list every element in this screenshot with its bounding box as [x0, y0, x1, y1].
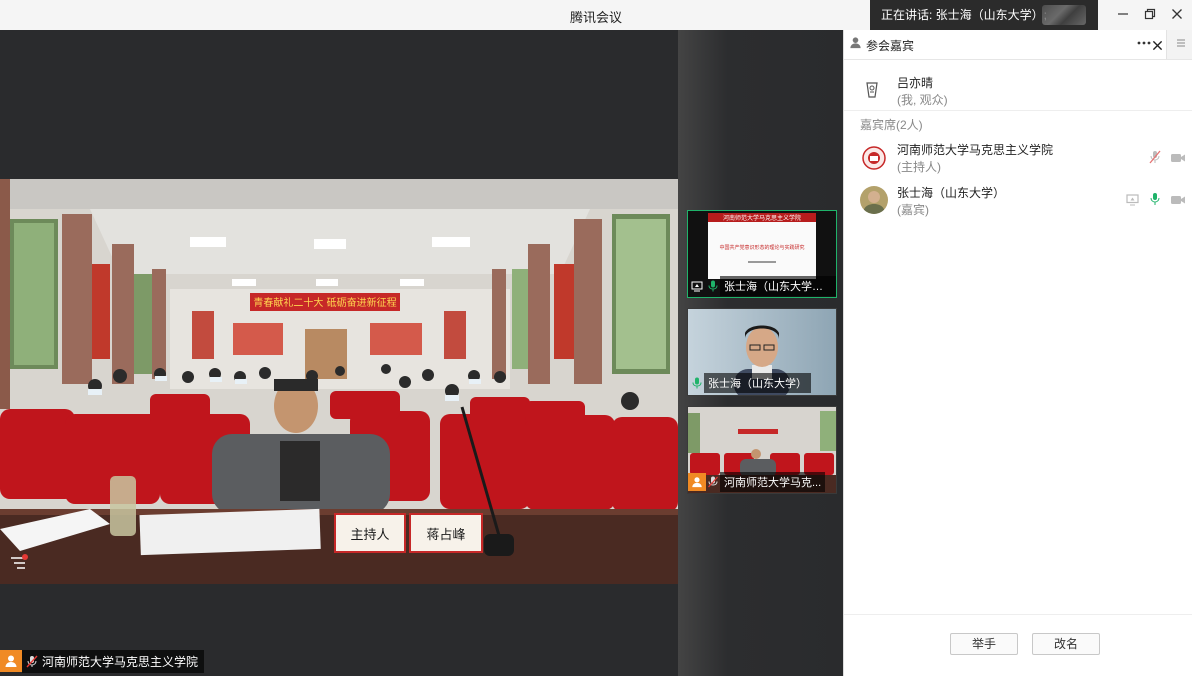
user-avatar-icon: [688, 473, 706, 491]
screen-share-icon: [688, 277, 706, 295]
speaking-text: 正在讲话: 张士海（山东大学）;: [881, 8, 1048, 22]
participant-row[interactable]: 河南师范大学马克思主义学院 (主持人): [844, 138, 1192, 178]
main-video-area: 青春献礼二十大 砥砺奋进新征程 主持人 蒋占峰 河南师范大学马克思主义学院: [0, 30, 678, 676]
camera-off-icon[interactable]: [1170, 193, 1186, 209]
viewer-icon: [864, 81, 880, 102]
minimize-icon[interactable]: [1114, 6, 1132, 24]
close-icon[interactable]: [1152, 38, 1163, 54]
thumbnail-host[interactable]: 河南师范大学马克...: [687, 406, 837, 494]
camera-off-icon[interactable]: [1170, 151, 1186, 167]
person-icon: [849, 36, 862, 52]
guest-section-title: 嘉宾席(2人): [860, 118, 923, 132]
speaker-avatar-blur: [1042, 5, 1086, 25]
participant-role: (嘉宾): [897, 203, 929, 217]
sidebar-toggle-icon[interactable]: [1166, 30, 1192, 59]
thumbnail-label: 张士海（山东大学）: [704, 373, 811, 393]
participant-role: (主持人): [897, 160, 941, 174]
mic-off-icon: [26, 655, 38, 668]
close-icon[interactable]: [1168, 6, 1186, 24]
thumbnail-label: 张士海（山东大学）...: [720, 276, 836, 296]
participant-name: 张士海（山东大学）: [897, 186, 1006, 200]
mic-muted-icon[interactable]: [1149, 150, 1161, 167]
divider: [844, 110, 1192, 111]
screen-share-icon[interactable]: [1126, 193, 1139, 209]
footer-divider: [844, 614, 1192, 615]
participant-name: 河南师范大学马克思主义学院: [897, 143, 1054, 157]
main-video-label: 河南师范大学马克思主义学院: [0, 649, 205, 673]
rename-button[interactable]: 改名: [1032, 633, 1100, 655]
self-name: 吕亦晴: [897, 76, 934, 90]
slide-header: 河南师范大学马克思主义学院: [723, 214, 801, 222]
panel-header: 参会嘉宾: [844, 30, 1192, 60]
main-video[interactable]: 青春献礼二十大 砥砺奋进新征程 主持人 蒋占峰: [0, 179, 678, 584]
slide-title: 中国共产党意识形态的理论与实践研究: [719, 244, 804, 251]
mic-active-icon[interactable]: [1149, 192, 1161, 209]
avatar: [860, 186, 888, 214]
thumbnail-label: 河南师范大学马克...: [720, 472, 826, 492]
mic-off-icon: [708, 476, 718, 488]
menu-icon[interactable]: [4, 551, 32, 579]
thumbnail-screen-share[interactable]: 河南师范大学马克思主义学院 中国共产党意识形态的理论与实践研究 张士海（山东大学…: [687, 210, 837, 298]
restore-icon[interactable]: [1141, 6, 1159, 24]
participant-panel: 参会嘉宾 吕亦晴 (我, 观众) 嘉宾席(2人) 河南师范大学马克思主义学院 (…: [843, 30, 1192, 676]
raise-hand-button[interactable]: 举手: [950, 633, 1018, 655]
more-icon[interactable]: [1137, 33, 1151, 56]
thumbnail-speaker[interactable]: 张士海（山东大学）: [687, 308, 837, 396]
emblem-avatar: [860, 144, 888, 172]
banner-text: 青春献礼二十大 砥砺奋进新征程: [253, 296, 396, 309]
nameplate-host: 主持人: [350, 528, 389, 543]
self-role: (我, 观众): [897, 93, 948, 107]
speaking-indicator: 正在讲话: 张士海（山东大学）;: [870, 0, 1098, 30]
nameplate-name: 蒋占峰: [426, 528, 465, 543]
panel-title: 参会嘉宾: [866, 39, 915, 53]
conference-room-scene: 青春献礼二十大 砥砺奋进新征程 主持人 蒋占峰: [0, 179, 678, 584]
mic-active-icon: [708, 280, 718, 292]
main-video-name: 河南师范大学马克思主义学院: [42, 654, 199, 669]
user-avatar-icon: [0, 650, 22, 672]
title-bar: 腾讯会议 正在讲话: 张士海（山东大学）;: [0, 0, 1192, 31]
participant-row[interactable]: 张士海（山东大学） (嘉宾): [844, 181, 1192, 221]
mic-active-icon: [692, 377, 702, 389]
notification-dot: [22, 554, 28, 560]
